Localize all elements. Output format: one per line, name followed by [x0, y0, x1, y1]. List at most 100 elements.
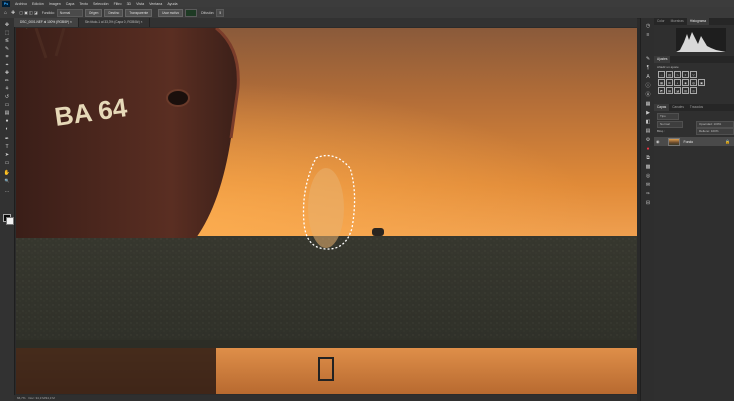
brush-settings-icon[interactable]: ✎	[644, 55, 652, 62]
marquee-icon[interactable]: ⬚	[3, 30, 11, 36]
notes-icon[interactable]: ✑	[644, 190, 652, 197]
menu-edicion[interactable]: Edición	[32, 2, 44, 6]
type-icon[interactable]: T	[3, 144, 11, 150]
channel-mixer-icon[interactable]: ◍	[690, 79, 697, 86]
lasso-icon[interactable]: ᓬ	[3, 38, 11, 44]
brightness-icon[interactable]: ☼	[658, 71, 665, 78]
lock-icon: 🔒	[725, 139, 730, 144]
photo-canvas[interactable]: BA 64	[16, 28, 637, 394]
history-icon[interactable]: ◷	[644, 22, 652, 29]
color-balance-icon[interactable]: ⚖	[666, 79, 673, 86]
tab-document-2[interactable]: Sin título-1 al 33,3% (Capa 0, RGB/8#) ×	[79, 18, 150, 27]
history-brush-icon[interactable]: ↺	[3, 94, 11, 100]
menu-texto[interactable]: Texto	[79, 2, 88, 6]
threshold-icon[interactable]: ◪	[674, 87, 681, 94]
character-icon[interactable]: A	[644, 73, 652, 80]
tab-paths[interactable]: Trazados	[687, 104, 706, 111]
vibrance-icon[interactable]: ▽	[690, 71, 697, 78]
properties-icon[interactable]: ≡	[644, 31, 652, 38]
layer-name[interactable]: Fondo	[684, 140, 694, 144]
origin-button[interactable]: Origen	[84, 8, 103, 17]
eyedropper-icon[interactable]: ⌖	[3, 62, 11, 68]
patterns-icon[interactable]: ▩	[644, 163, 652, 170]
zoom-level[interactable]: 66,7%	[17, 396, 26, 400]
spread-value[interactable]: 5	[216, 8, 225, 17]
opacity-field[interactable]: Opacidad: 100%	[696, 121, 734, 128]
measurement-icon[interactable]: ⊟	[644, 199, 652, 206]
spread-label: Difusión:	[201, 10, 215, 15]
shape-icon[interactable]: ▭	[3, 160, 11, 166]
exposure-icon[interactable]: ±	[682, 71, 689, 78]
tab-swatches[interactable]: Muestras	[668, 18, 687, 25]
patch-tool-icon[interactable]: ✚	[11, 10, 15, 16]
color-lookup-icon[interactable]: ▣	[698, 79, 705, 86]
tab-color[interactable]: Color	[654, 18, 668, 25]
comments-icon[interactable]: ✉	[644, 181, 652, 188]
more-tools-icon[interactable]: …	[3, 188, 11, 194]
clone-source-icon[interactable]: ⧉	[644, 154, 652, 161]
blend-mode-select[interactable]: Normal	[657, 121, 683, 128]
transparent-checkbox[interactable]: Transparente	[125, 8, 153, 17]
adobe-stock-icon[interactable]: ●	[644, 145, 652, 152]
dodge-icon[interactable]: ◐	[3, 126, 11, 132]
styles-icon[interactable]: ◧	[644, 118, 652, 125]
actions-icon[interactable]: ▶	[644, 109, 652, 116]
selective-color-icon[interactable]: ◎	[690, 87, 697, 94]
path-select-icon[interactable]: ➤	[3, 152, 11, 158]
menu-archivo[interactable]: Archivo	[15, 2, 27, 6]
black-white-icon[interactable]: ◐	[674, 79, 681, 86]
menu-imagen[interactable]: Imagen	[49, 2, 61, 6]
menu-capa[interactable]: Capa	[66, 2, 75, 6]
stamp-icon[interactable]: ⚘	[3, 86, 11, 92]
pattern-swatch[interactable]	[185, 8, 198, 17]
selection-mode-icons[interactable]: ▢ ▣ ◫ ◪	[19, 10, 37, 15]
hand-icon[interactable]: ✋	[3, 170, 11, 176]
brush-icon[interactable]: ✏	[3, 78, 11, 84]
menu-3d[interactable]: 3D	[127, 2, 132, 6]
pen-icon[interactable]: ✒	[3, 136, 11, 142]
home-icon[interactable]: ⌂	[4, 10, 7, 16]
paragraph-icon[interactable]: ¶	[644, 64, 652, 71]
swatches-icon[interactable]: ▦	[644, 100, 652, 107]
layer-filter-select[interactable]: Tipo	[657, 113, 679, 120]
hue-saturation-icon[interactable]: ▦	[658, 79, 665, 86]
navigator-icon[interactable]: ◎	[644, 172, 652, 179]
invert-icon[interactable]: ◩	[658, 87, 665, 94]
tab-adjustments[interactable]: Ajustes	[654, 56, 671, 63]
gradient-icon[interactable]: ▤	[3, 110, 11, 116]
gradient-map-icon[interactable]: ▧	[682, 87, 689, 94]
glyphs-icon[interactable]: Ⓐ	[644, 91, 652, 98]
photo-filter-icon[interactable]: ◉	[682, 79, 689, 86]
info-icon[interactable]: ⓘ	[644, 82, 652, 89]
libraries-icon[interactable]: ▤	[644, 127, 652, 134]
eye-icon[interactable]: ◉	[656, 139, 660, 144]
layer-row[interactable]: ◉ Fondo 🔒	[654, 137, 734, 146]
blur-icon[interactable]: ●	[3, 118, 11, 124]
curves-icon[interactable]: ∿	[674, 71, 681, 78]
destination-button[interactable]: Destino	[104, 8, 124, 17]
histogram-graph	[676, 28, 726, 52]
menu-ayuda[interactable]: Ayuda	[167, 2, 177, 6]
tab-document-1[interactable]: DSC_0001.NEF al 100% (RGB/8*) ×	[14, 18, 79, 27]
quick-select-icon[interactable]: ✎	[3, 46, 11, 52]
move-icon[interactable]: ✥	[3, 22, 11, 28]
menu-ventana[interactable]: Ventana	[149, 2, 162, 6]
tab-histogram[interactable]: Histograma	[686, 18, 710, 25]
fill-field[interactable]: Relleno: 100%	[696, 128, 734, 135]
menu-vista[interactable]: Vista	[136, 2, 144, 6]
menu-seleccion[interactable]: Selección	[93, 2, 109, 6]
posterize-icon[interactable]: ▤	[666, 87, 673, 94]
tab-channels[interactable]: Canales	[669, 104, 687, 111]
background-color-swatch[interactable]	[6, 217, 14, 225]
healing-icon[interactable]: ✚	[3, 70, 11, 76]
document-canvas[interactable]: BA 64	[16, 28, 637, 394]
tab-layers[interactable]: Capas	[654, 104, 670, 111]
levels-icon[interactable]: ▥	[666, 71, 673, 78]
crop-icon[interactable]: ⌗	[3, 54, 11, 60]
feather-select[interactable]: Normal	[56, 8, 83, 17]
use-pattern-button[interactable]: Usar motivo	[158, 8, 184, 17]
menu-filtro[interactable]: Filtro	[114, 2, 122, 6]
eraser-icon[interactable]: ▭	[3, 102, 11, 108]
zoom-icon[interactable]: 🔍	[3, 178, 11, 184]
tool-presets-icon[interactable]: ⚙	[644, 136, 652, 143]
